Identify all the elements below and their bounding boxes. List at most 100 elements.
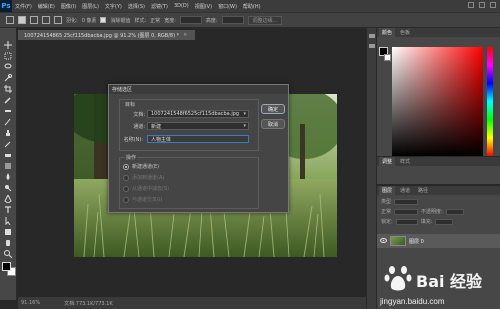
document-info[interactable]: 文档:773.1K/773.1K [64, 300, 113, 307]
blend-mode-select[interactable]: 正常 [381, 208, 391, 215]
menu-image[interactable]: 图像(I) [58, 3, 79, 10]
blur-tool-icon[interactable] [3, 172, 13, 181]
healing-brush-tool-icon[interactable] [3, 106, 13, 115]
hue-slider[interactable] [487, 47, 493, 156]
radio-add-to-channel-indicator[interactable] [123, 174, 129, 181]
eraser-tool-icon[interactable] [3, 150, 13, 159]
hand-tool-icon[interactable] [3, 238, 13, 247]
dodge-tool-icon[interactable] [3, 183, 13, 192]
color-swatches[interactable] [2, 262, 16, 276]
menu-3d[interactable]: 3D(D) [171, 3, 192, 9]
style-value[interactable]: 正常 [150, 17, 160, 24]
radio-subtract-indicator[interactable] [123, 185, 129, 192]
height-field[interactable] [221, 16, 244, 24]
add-selection-icon[interactable] [30, 16, 38, 24]
radio-intersect-channel[interactable]: 与通道交叉(I) [123, 196, 162, 203]
subtract-selection-icon[interactable] [42, 16, 50, 24]
lock-label: 锁定: [381, 219, 393, 225]
tab-channels[interactable]: 通道 [397, 186, 413, 195]
zoom-level[interactable]: 91.16% [21, 300, 40, 306]
tab-swatches[interactable]: 色板 [397, 28, 413, 37]
channel-select[interactable]: 新建 [147, 122, 249, 130]
maximize-icon[interactable] [479, 2, 485, 8]
minimize-icon[interactable] [468, 2, 474, 8]
document-select[interactable]: 1007241548f6525cf115dbacba.jpg [147, 110, 249, 118]
menu-bar: Ps 文件(F) 编辑(E) 图像(I) 图层(L) 文字(Y) 选择(S) 滤… [0, 0, 500, 12]
color-panel-tabs: 颜色 色板 [377, 28, 500, 37]
marquee-preset-icon[interactable] [6, 16, 14, 24]
zoom-tool-icon[interactable] [3, 249, 13, 258]
feather-value[interactable]: 0 像素 [82, 17, 97, 24]
panel-icon-strip [366, 28, 376, 309]
menu-filter[interactable]: 滤镜(T) [148, 3, 171, 10]
tab-styles[interactable]: 样式 [397, 157, 413, 166]
cancel-button[interactable]: 取消 [261, 119, 285, 129]
opacity-label: 不透明度: [421, 209, 443, 215]
tab-paths[interactable]: 路径 [415, 186, 431, 195]
tab-adjustments[interactable]: 调整 [379, 157, 396, 166]
status-bar: 91.16% 文档:773.1K/773.1K [18, 297, 366, 309]
channel-name-input[interactable]: 人物主体 [147, 135, 249, 143]
lock-icons[interactable] [395, 218, 418, 225]
refine-edge-button[interactable]: 调整边缘... [247, 15, 283, 25]
tab-color[interactable]: 颜色 [379, 28, 396, 37]
radio-new-channel-label: 新建通道(E) [132, 164, 160, 170]
eyedropper-tool-icon[interactable] [3, 95, 13, 104]
close-icon[interactable] [490, 2, 496, 8]
target-section-label: 目标 [125, 102, 136, 108]
menu-select[interactable]: 选择(S) [125, 3, 148, 10]
type-tool-icon[interactable] [3, 205, 13, 214]
menu-layer[interactable]: 图层(L) [79, 3, 102, 10]
new-selection-icon[interactable] [18, 16, 26, 24]
intersect-selection-icon[interactable] [54, 16, 62, 24]
menu-file[interactable]: 文件(F) [12, 3, 35, 10]
menu-window[interactable]: 窗口(W) [215, 3, 240, 10]
blend-mode-field[interactable] [394, 208, 419, 215]
path-select-tool-icon[interactable] [3, 216, 13, 225]
color-picker-field[interactable] [392, 47, 483, 156]
layer-row[interactable]: 图层 0 [377, 234, 500, 248]
move-tool-icon[interactable] [3, 40, 13, 49]
layers-panel-tabs: 图层 通道 路径 [377, 186, 500, 195]
baidu-paw-icon [384, 266, 412, 291]
layer-kind-filter[interactable]: 类型 [381, 198, 391, 205]
antialias-checkbox[interactable] [100, 17, 107, 23]
height-label: 高度: [205, 17, 218, 24]
menu-help[interactable]: 帮助(H) [240, 3, 264, 10]
tab-layers[interactable]: 图层 [379, 186, 396, 195]
width-field[interactable] [179, 16, 202, 24]
radio-new-channel-indicator[interactable] [123, 163, 129, 170]
layer-kind-select[interactable] [394, 198, 419, 205]
radio-subtract-from-channel[interactable]: 从通道中减去(S) [123, 185, 169, 192]
document-tab-title: 100724154865 25cf115dbacba.jpg @ 91.2% (… [24, 32, 180, 39]
history-brush-tool-icon[interactable] [3, 139, 13, 148]
brush-tool-icon[interactable] [3, 117, 13, 126]
quick-select-tool-icon[interactable] [3, 73, 13, 82]
radio-add-to-channel[interactable]: 添加到通道(A) [123, 174, 164, 181]
tools-panel [0, 28, 17, 300]
menu-view[interactable]: 视图(V) [192, 3, 215, 10]
lasso-tool-icon[interactable] [3, 62, 13, 71]
gradient-tool-icon[interactable] [3, 161, 13, 170]
document-tab[interactable]: 100724154865 25cf115dbacba.jpg @ 91.2% (… [18, 30, 196, 40]
ok-button[interactable]: 确定 [261, 104, 285, 114]
pen-tool-icon[interactable] [3, 194, 13, 203]
layer-visibility-icon[interactable] [380, 237, 387, 245]
marquee-tool-icon[interactable] [3, 51, 13, 60]
layer-name[interactable]: 图层 0 [409, 238, 424, 245]
opacity-field[interactable] [445, 208, 464, 215]
menu-type[interactable]: 文字(Y) [102, 3, 125, 10]
shape-tool-icon[interactable] [3, 227, 13, 236]
radio-intersect-indicator[interactable] [123, 196, 129, 203]
layer-filter-row: 类型 [381, 198, 419, 205]
fill-field[interactable] [435, 218, 454, 225]
menu-edit[interactable]: 编辑(E) [35, 3, 58, 10]
clone-stamp-tool-icon[interactable] [3, 128, 13, 137]
panel-background-swatch[interactable] [384, 54, 391, 61]
channel-label: 通道: [133, 124, 145, 130]
crop-tool-icon[interactable] [3, 84, 13, 93]
radio-new-channel[interactable]: 新建通道(E) [123, 163, 159, 170]
name-label: 名称(N): [123, 137, 143, 143]
foreground-color-swatch[interactable] [2, 262, 11, 271]
tab-close-icon[interactable]: × [183, 32, 187, 38]
